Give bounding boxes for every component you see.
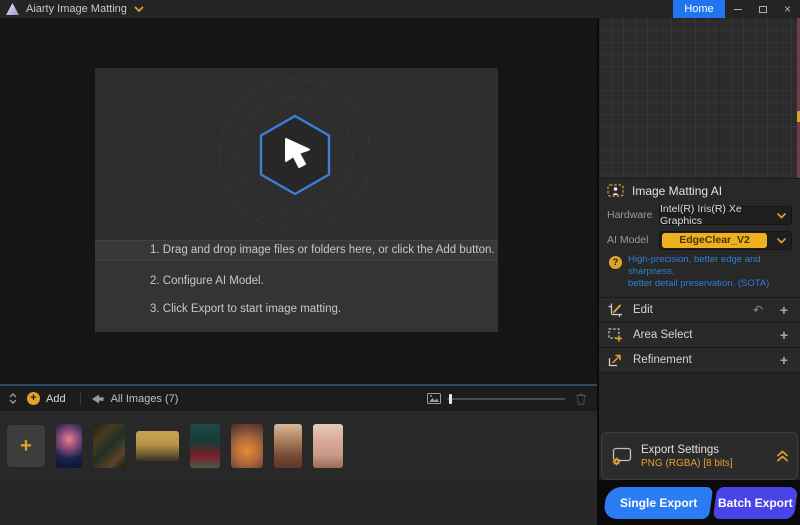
thumbnail-size-icon — [427, 393, 441, 404]
thumbnail-woman-white-dress[interactable] — [313, 424, 343, 468]
ai-model-value: EdgeClear_V2 — [662, 232, 767, 248]
toolbar-divider — [79, 392, 81, 405]
thumbnail-woman-orange-flowers[interactable] — [231, 424, 263, 468]
toolbar-right-group — [427, 392, 591, 405]
hardware-dropdown[interactable]: Intel(R) Iris(R) Xe Graphics — [659, 203, 792, 227]
tool-section-area-select[interactable]: Area Select + — [599, 323, 800, 348]
thumbnail-dark-floral-collage[interactable] — [93, 424, 125, 468]
add-image-tile[interactable]: + — [7, 425, 45, 467]
single-export-button[interactable]: Single Export — [602, 486, 714, 519]
image-matting-ai-header: Image Matting AI — [599, 178, 800, 202]
library-panel: + Add All Images (7) + — [0, 384, 597, 525]
batch-export-button[interactable]: Batch Export — [713, 486, 799, 519]
model-hint-text: High-precision, better edge and sharpnes… — [628, 254, 792, 290]
thumbnail-woman-brown-flowers[interactable] — [274, 424, 302, 468]
expand-refinement-icon[interactable]: + — [777, 352, 791, 368]
export-buttons-bar: Single Export Batch Export — [599, 480, 800, 525]
library-toolbar: + Add All Images (7) — [0, 386, 597, 411]
tool-label: Area Select — [633, 329, 693, 341]
tool-section-refinement[interactable]: Refinement + — [599, 348, 800, 373]
export-settings-icon — [612, 447, 632, 465]
hardware-label: Hardware — [607, 209, 653, 221]
tool-label: Edit — [633, 304, 653, 316]
maximize-button[interactable] — [750, 0, 775, 18]
app-menu-chevron-down-icon[interactable] — [134, 6, 144, 13]
model-hint-line2: better detail preservation. (SOTA) — [628, 278, 770, 289]
dropzone-graphic — [95, 68, 498, 240]
undo-icon[interactable]: ↶ — [753, 303, 763, 317]
trash-icon[interactable] — [575, 392, 587, 405]
edit-crop-icon — [608, 303, 622, 317]
step-3-text: 3. Click Export to start image matting. — [150, 303, 342, 315]
steps-area: 2. Configure AI Model. 3. Click Export t… — [95, 261, 498, 332]
export-texts: Export Settings PNG (RGBA) [8 bits] — [641, 444, 733, 469]
minimize-button[interactable] — [725, 0, 750, 18]
hardware-value: Intel(R) Iris(R) Xe Graphics — [660, 203, 742, 227]
all-images-label: All Images (7) — [110, 392, 179, 405]
close-button[interactable]: × — [775, 0, 800, 18]
tool-label: Refinement — [633, 354, 692, 366]
expand-edit-icon[interactable]: + — [777, 302, 791, 318]
right-panel-filler — [599, 373, 800, 432]
image-dropzone[interactable]: 1. Drag and drop image files or folders … — [95, 68, 498, 332]
collapse-up-icon[interactable] — [776, 450, 789, 462]
refinement-icon — [608, 354, 621, 367]
slider-track — [447, 397, 565, 400]
arrow-left-icon — [91, 394, 104, 403]
home-button[interactable]: Home — [673, 0, 725, 18]
hexagon-cursor-icon — [259, 114, 331, 196]
app-title: Aiarty Image Matting — [26, 3, 127, 15]
step-1-row: 1. Drag and drop image files or folders … — [95, 240, 498, 261]
matting-ai-icon — [607, 184, 624, 197]
expand-area-select-icon[interactable]: + — [777, 327, 791, 343]
step-1-text: 1. Drag and drop image files or folders … — [150, 244, 495, 256]
maximize-icon — [758, 5, 767, 13]
export-settings-title: Export Settings — [641, 443, 719, 456]
workspace: 1. Drag and drop image files or folders … — [0, 18, 597, 525]
minimize-icon — [733, 8, 742, 10]
thumbnail-bicycle[interactable] — [136, 431, 179, 461]
chevron-down-icon — [777, 212, 786, 219]
export-format-value: PNG (RGBA) [8 bits] — [641, 457, 733, 469]
help-icon[interactable]: ? — [609, 256, 622, 269]
section-title: Image Matting AI — [632, 183, 723, 198]
model-hint-row: ? High-precision, better edge and sharpn… — [599, 252, 800, 298]
app-logo-icon — [6, 3, 19, 15]
area-select-icon — [608, 328, 623, 342]
tool-section-edit[interactable]: Edit ↶ + — [599, 298, 800, 323]
add-button-label[interactable]: Add — [46, 393, 66, 405]
titlebar: Aiarty Image Matting Home × — [0, 0, 800, 18]
all-images-filter[interactable]: All Images (7) — [91, 392, 179, 405]
model-hint-line1: High-precision, better edge and sharpnes… — [628, 254, 761, 277]
thumbnail-woman-red-dress-forest[interactable] — [190, 424, 220, 468]
step-2-text: 2. Configure AI Model. — [150, 275, 264, 287]
thumbnail-strip: + — [0, 411, 597, 481]
hardware-row: Hardware Intel(R) Iris(R) Xe Graphics — [599, 202, 800, 228]
preview-canvas — [599, 18, 800, 178]
chevron-down-icon — [777, 237, 786, 244]
collapse-panel-icon[interactable] — [6, 393, 20, 404]
ai-model-dropdown[interactable]: EdgeClear_V2 — [659, 230, 792, 250]
right-panel: Image Matting AI Hardware Intel(R) Iris(… — [597, 18, 800, 525]
thumbnail-jellyfish[interactable] — [56, 424, 82, 468]
slider-handle[interactable] — [449, 393, 452, 404]
ai-model-row: AI Model EdgeClear_V2 — [599, 228, 800, 252]
add-button-icon[interactable]: + — [27, 392, 40, 405]
app-window: Aiarty Image Matting Home × 1. Drag and … — [0, 0, 800, 525]
export-settings-card[interactable]: Export Settings PNG (RGBA) [8 bits] — [601, 432, 798, 480]
thumbnail-zoom-slider[interactable] — [447, 393, 565, 404]
ai-model-label: AI Model — [607, 234, 649, 246]
